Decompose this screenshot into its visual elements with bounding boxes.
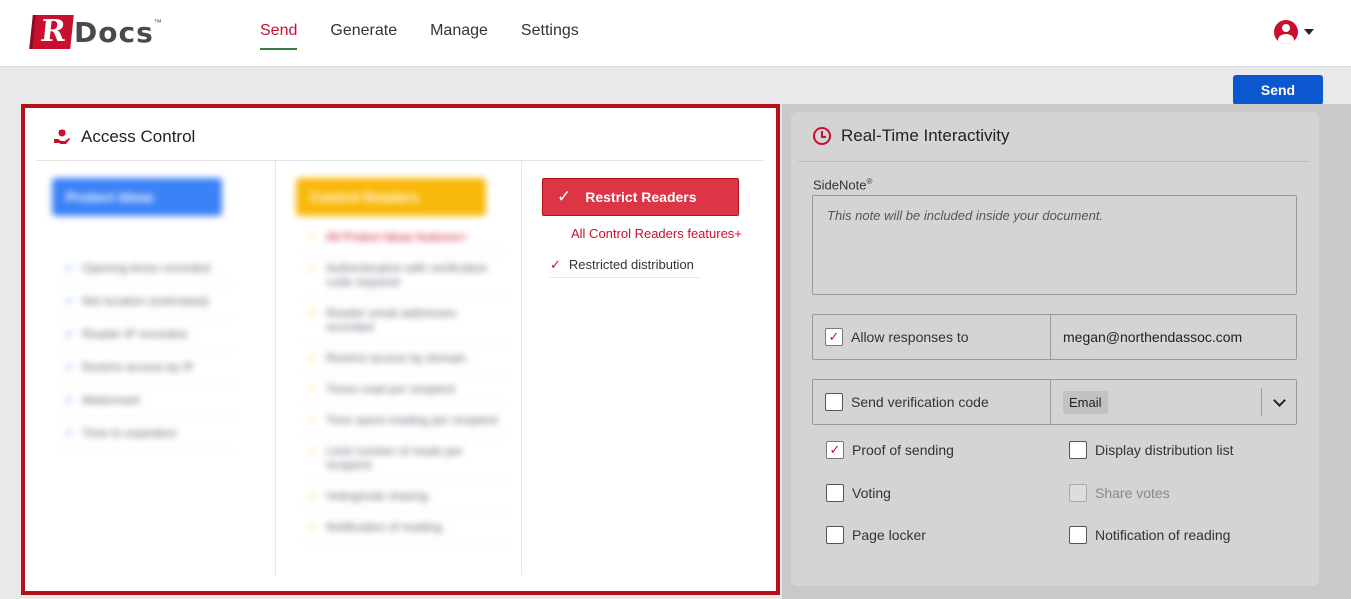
verification-row: Send verification code Email: [812, 379, 1297, 425]
feature-label: Restricted distribution: [568, 257, 694, 272]
list-item: Reader IP recorded: [62, 318, 232, 351]
notification-reading-label: Notification of reading: [1095, 527, 1231, 543]
divider: [36, 160, 763, 161]
control-readers-button[interactable]: Control Readers: [296, 178, 486, 216]
sidenote-textarea[interactable]: This note will be included inside your d…: [812, 195, 1297, 295]
list-item: Notification of reading: [306, 512, 506, 543]
access-control-title: Access Control: [81, 127, 196, 146]
divider: [798, 161, 1310, 162]
list-item: Net location (estimated): [62, 285, 232, 318]
list-item: Restrict access by domain: [306, 343, 506, 374]
share-votes-option: Share votes: [1069, 484, 1170, 502]
nav-send[interactable]: Send: [260, 22, 298, 50]
notification-reading-checkbox[interactable]: [1069, 526, 1087, 544]
protect-ideas-features: Opening times recorded Net location (est…: [62, 252, 232, 450]
list-item: Voting/vote sharing: [306, 481, 506, 512]
list-item: Reader email addresses recorded: [306, 298, 506, 343]
display-distribution-option[interactable]: Display distribution list: [1069, 441, 1234, 459]
allow-responses-email-input[interactable]: megan@northendassoc.com: [1051, 315, 1296, 359]
nav-generate[interactable]: Generate: [330, 22, 397, 50]
list-item: Opening times recorded: [62, 252, 232, 285]
selected-option: Email: [1063, 390, 1108, 414]
list-item: Watermark: [62, 384, 232, 417]
registered-mark: ®: [866, 177, 873, 186]
access-control-icon: [54, 129, 70, 144]
send-verification-checkbox[interactable]: [825, 393, 843, 411]
rdocs-logo[interactable]: R Docs ™: [32, 14, 162, 50]
nav-settings[interactable]: Settings: [521, 22, 579, 50]
column-divider: [521, 161, 522, 575]
page-locker-checkbox[interactable]: [826, 526, 844, 544]
display-distribution-label: Display distribution list: [1095, 442, 1234, 458]
list-item: All Protect Ideas features+: [306, 222, 506, 253]
display-distribution-checkbox[interactable]: [1069, 441, 1087, 459]
logo-r-mark: R: [32, 14, 74, 49]
clock-icon: [813, 127, 831, 145]
logo-wordmark: Docs: [74, 15, 154, 49]
list-item: Authentication with verification code re…: [306, 253, 506, 298]
list-item: Restrict access by IP: [62, 351, 232, 384]
list-item: Times read per recipient: [306, 374, 506, 405]
check-icon: ✓: [557, 187, 572, 206]
realtime-title: Real-Time Interactivity: [841, 126, 1010, 145]
list-item: Time spent reading per recipient: [306, 405, 506, 436]
send-verification-label: Send verification code: [851, 394, 989, 410]
allow-responses-checkbox[interactable]: ✓: [825, 328, 843, 346]
main-nav: Send Generate Manage Settings: [260, 22, 612, 50]
caret-down-icon: [1304, 29, 1314, 35]
proof-of-sending-checkbox[interactable]: ✓: [826, 441, 844, 459]
proof-of-sending-label: Proof of sending: [852, 442, 954, 458]
realtime-header: Real-Time Interactivity: [813, 126, 1009, 146]
nav-manage[interactable]: Manage: [430, 22, 488, 50]
voting-option[interactable]: Voting: [826, 484, 891, 502]
send-button[interactable]: Send: [1233, 75, 1323, 105]
page-locker-option[interactable]: Page locker: [826, 526, 926, 544]
voting-checkbox[interactable]: [826, 484, 844, 502]
top-navbar: R Docs ™ Send Generate Manage Settings: [0, 0, 1351, 67]
notification-reading-option[interactable]: Notification of reading: [1069, 526, 1230, 544]
protect-ideas-button[interactable]: Protect Ideas: [52, 178, 222, 216]
page-locker-label: Page locker: [852, 527, 926, 543]
control-readers-features: All Protect Ideas features+ Authenticati…: [306, 222, 506, 543]
list-item: Limit number of reads per recipient: [306, 436, 506, 481]
allow-responses-row: ✓ Allow responses to megan@northendassoc…: [812, 314, 1297, 360]
list-item: Time to expiration: [62, 417, 232, 450]
column-divider: [275, 161, 276, 575]
share-votes-label: Share votes: [1095, 485, 1170, 501]
user-avatar-icon: [1274, 20, 1298, 44]
logo-trademark: ™: [153, 18, 162, 27]
sidenote-label: SideNote®: [813, 177, 873, 193]
voting-label: Voting: [852, 485, 891, 501]
access-control-header: Access Control: [52, 127, 195, 147]
verification-method-select[interactable]: Email: [1051, 380, 1296, 424]
list-item: ✓ Restricted distribution: [550, 252, 700, 278]
check-icon: ✓: [550, 256, 561, 272]
allow-responses-label: Allow responses to: [851, 329, 969, 345]
share-votes-checkbox: [1069, 484, 1087, 502]
restrict-readers-button[interactable]: ✓ Restrict Readers: [542, 178, 739, 216]
user-menu[interactable]: [1274, 20, 1314, 44]
proof-of-sending-option[interactable]: ✓ Proof of sending: [826, 441, 954, 459]
restrict-readers-features-head: All Control Readers features+: [571, 226, 742, 241]
restrict-readers-label: Restrict Readers: [585, 189, 697, 205]
chevron-down-icon: [1273, 394, 1286, 407]
